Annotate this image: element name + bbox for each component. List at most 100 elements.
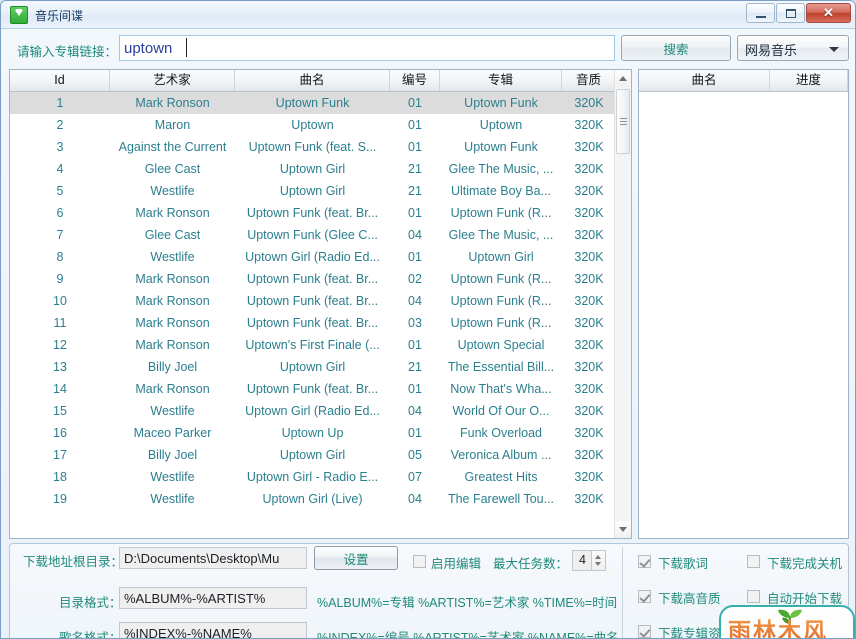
results-vertical-scrollbar[interactable] — [614, 70, 631, 538]
watermark-badge: 雨林木风 WwW.Y LMFU.CoM — [719, 605, 855, 638]
table-cell: 11 — [53, 316, 67, 330]
table-row[interactable]: 4 Glee Cast Uptown Girl 21 Glee The Music, .… — [10, 158, 631, 180]
table-row[interactable]: 1 Mark Ronson Uptown Funk 01 Uptown Funk 320K — [10, 92, 631, 114]
table-cell: 320K — [574, 404, 604, 418]
search-results-grid[interactable]: Id 艺术家 曲名 编号 专辑 音质 1 Mark Ronson Uptown Funk 01 U… — [9, 69, 632, 539]
table-row[interactable]: 5 Westlife Uptown Girl 21 Ultimate Boy Ba...… — [10, 180, 631, 202]
table-cell: Mark Ronson — [135, 272, 210, 286]
table-cell: 13 — [53, 360, 67, 374]
table-cell: Uptown Girl — [279, 184, 346, 198]
enable-edit-checkbox[interactable] — [413, 555, 426, 568]
minimize-button[interactable] — [746, 3, 775, 23]
dir-format-input[interactable] — [119, 587, 307, 609]
maximize-icon — [786, 9, 796, 18]
table-cell: Uptown Up — [281, 426, 344, 440]
table-cell: Uptown's First Finale (... — [245, 338, 380, 352]
dir-format-hint: %ALBUM%=专辑 %ARTIST%=艺术家 %TIME%=时间 — [317, 596, 618, 610]
scroll-down-button[interactable] — [615, 521, 631, 538]
results-header-row: Id 艺术家 曲名 编号 专辑 音质 — [10, 70, 631, 92]
scrollbar-thumb[interactable] — [616, 89, 630, 154]
table-row[interactable]: 2 Maron Uptown 01 Uptown 320K — [10, 114, 631, 136]
table-row[interactable]: 8 Westlife Uptown Girl (Radio Ed... 01 Uptow… — [10, 246, 631, 268]
download-hq-checkbox[interactable] — [638, 590, 651, 603]
table-cell: Westlife — [150, 184, 195, 198]
music-source-select[interactable]: 网易音乐 — [737, 35, 849, 61]
table-row[interactable]: 16 Maceo Parker Uptown Up 01 Funk Overload 32… — [10, 422, 631, 444]
table-cell: 320K — [574, 448, 604, 462]
root-dir-input[interactable] — [119, 547, 307, 569]
table-cell: 02 — [408, 272, 422, 286]
table-cell: Uptown Girl (Radio Ed... — [245, 404, 380, 418]
table-cell: Mark Ronson — [135, 206, 210, 220]
maximize-button[interactable] — [776, 3, 805, 23]
music-source-value: 网易音乐 — [745, 43, 798, 58]
download-arrow-icon — [10, 6, 28, 24]
download-column-header-1[interactable]: 进度 — [770, 70, 848, 91]
table-row[interactable]: 3 Against the Current Uptown Funk (feat. S… — [10, 136, 631, 158]
scroll-up-button[interactable] — [615, 70, 631, 87]
table-row[interactable]: 19 Westlife Uptown Girl (Live) 04 The Farewe… — [10, 488, 631, 510]
table-cell: 320K — [574, 426, 604, 440]
table-cell: Uptown Girl — [279, 360, 346, 374]
table-row[interactable]: 12 Mark Ronson Uptown's First Finale (... 0… — [10, 334, 631, 356]
table-row[interactable]: 18 Westlife Uptown Girl - Radio E... 07 Grea… — [10, 466, 631, 488]
table-cell: 320K — [574, 492, 604, 506]
table-row[interactable]: 10 Mark Ronson Uptown Funk (feat. Br... 04 U… — [10, 290, 631, 312]
table-cell: 7 — [56, 228, 64, 242]
close-icon: ✕ — [823, 5, 834, 20]
table-cell: Mark Ronson — [135, 338, 210, 352]
table-cell: 17 — [53, 448, 67, 462]
download-queue-grid[interactable]: 曲名 进度 — [638, 69, 849, 539]
column-header-4[interactable]: 专辑 — [440, 70, 562, 91]
table-cell: Greatest Hits — [464, 470, 538, 484]
column-header-3[interactable]: 编号 — [390, 70, 440, 91]
column-header-0[interactable]: Id — [10, 70, 110, 91]
stepper-down-icon[interactable] — [595, 562, 601, 566]
download-album-info-checkbox[interactable] — [638, 625, 651, 638]
table-row[interactable]: 11 Mark Ronson Uptown Funk (feat. Br... 03 U… — [10, 312, 631, 334]
table-row[interactable]: 7 Glee Cast Uptown Funk (Glee C... 04 Glee T… — [10, 224, 631, 246]
table-cell: Funk Overload — [460, 426, 542, 440]
album-link-input[interactable] — [119, 35, 615, 61]
download-lyrics-checkbox[interactable] — [638, 555, 651, 568]
download-column-header-0[interactable]: 曲名 — [639, 70, 770, 91]
stepper-up-icon[interactable] — [595, 555, 601, 559]
max-tasks-label: 最大任务数： — [493, 557, 569, 571]
table-cell: 320K — [574, 228, 604, 242]
close-button[interactable]: ✕ — [806, 3, 851, 23]
set-directory-button[interactable]: 设置 — [314, 546, 398, 570]
download-lyrics-label: 下载歌词 — [658, 557, 709, 571]
auto-start-download-checkbox[interactable] — [747, 590, 760, 603]
name-format-hint: %INDEX%=编号 %ARTIST%=艺术家 %NAME%=曲名 — [317, 631, 619, 639]
name-format-input[interactable] — [119, 622, 307, 638]
table-row[interactable]: 15 Westlife Uptown Girl (Radio Ed... 04 Worl… — [10, 400, 631, 422]
search-button[interactable]: 搜索 — [621, 35, 731, 61]
table-row[interactable]: 6 Mark Ronson Uptown Funk (feat. Br... 01 Up… — [10, 202, 631, 224]
table-cell: Against the Current — [118, 140, 227, 154]
table-cell: 01 — [408, 250, 422, 264]
client-area: 请输入专辑链接： 搜索 网易音乐 Id艺术家曲名编号专辑音质 1Mark Ron… — [1, 29, 855, 638]
table-cell: Ultimate Boy Ba... — [450, 184, 552, 198]
table-cell: Uptown Funk (feat. Br... — [246, 294, 379, 308]
table-cell: 320K — [574, 470, 604, 484]
table-cell: Uptown Girl - Radio E... — [246, 470, 379, 484]
table-cell: Glee The Music, ... — [448, 228, 554, 242]
table-row[interactable]: 14 Mark Ronson Uptown Funk (feat. Br... 01 N… — [10, 378, 631, 400]
table-cell: Uptown Funk (R... — [450, 316, 552, 330]
max-tasks-stepper[interactable]: 4 — [572, 550, 606, 571]
stepper-buttons[interactable] — [591, 551, 605, 570]
table-row[interactable]: 9 Mark Ronson Uptown Funk (feat. Br... 02 Up… — [10, 268, 631, 290]
grip-icon — [620, 118, 627, 119]
shutdown-after-download-checkbox[interactable] — [747, 555, 760, 568]
caret-down-icon — [619, 527, 627, 532]
column-header-2[interactable]: 曲名 — [235, 70, 390, 91]
table-row[interactable]: 17 Billy Joel Uptown Girl 05 Veronica Album … — [10, 444, 631, 466]
table-cell: Mark Ronson — [135, 382, 210, 396]
table-row[interactable]: 13 Billy Joel Uptown Girl 21 The Essential B… — [10, 356, 631, 378]
table-cell: 01 — [408, 382, 422, 396]
column-header-1[interactable]: 艺术家 — [110, 70, 235, 91]
table-cell: 320K — [574, 140, 604, 154]
table-cell: Veronica Album ... — [450, 448, 552, 462]
column-header-5[interactable]: 音质 — [562, 70, 616, 91]
table-cell: 320K — [574, 360, 604, 374]
